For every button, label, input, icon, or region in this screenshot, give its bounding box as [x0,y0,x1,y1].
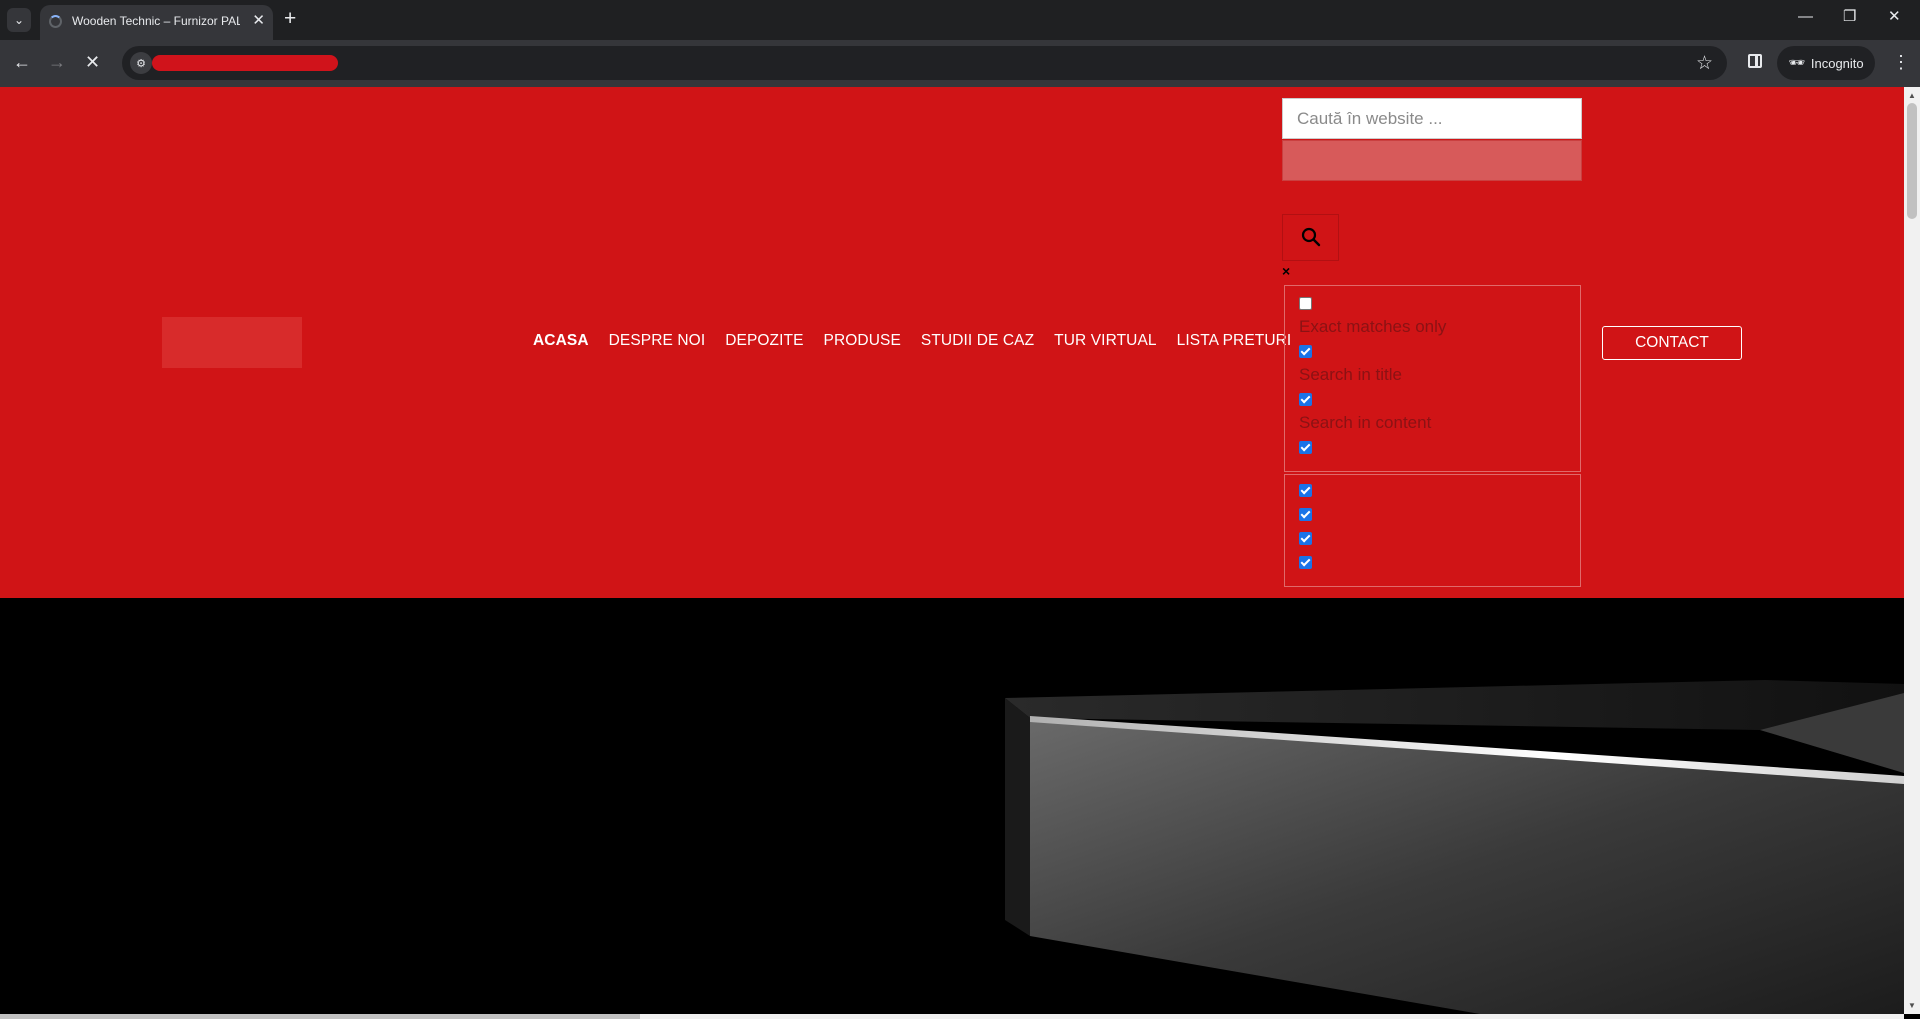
browser-tab-active[interactable]: Wooden Technic – Furnizor PAL ✕ [40,5,273,40]
search-in-content-label: Search in content [1299,413,1432,432]
incognito-label: Incognito [1810,55,1864,71]
tab-close-icon[interactable]: ✕ [252,13,265,29]
hero-banner [0,598,1904,1014]
incognito-icon: 🕶 [1788,55,1805,70]
new-tab-plus-icon[interactable]: + [284,8,296,30]
search-in-title-label: Search in title [1299,365,1402,384]
nav-link-depozite[interactable]: DEPOZITE [725,332,803,352]
site-info-icon[interactable]: ⚙ [130,52,152,74]
loading-spinner-icon [49,15,62,28]
browser-tab-strip: ⌄ Wooden Technic – Furnizor PAL ✕ + — ❐ … [0,0,1920,40]
search-option-checkbox-4[interactable] [1299,441,1312,454]
forward-arrow-icon[interactable]: → [48,52,66,72]
browser-menu-icon[interactable]: ⋮ [1892,52,1910,72]
tab-title: Wooden Technic – Furnizor PAL [72,14,240,28]
contact-button[interactable]: CONTACT [1602,326,1742,360]
horizontal-scrollbar-thumb[interactable] [0,1014,640,1019]
browser-toolbar: ← → ✕ ⚙ ☆ 🕶 Incognito ⋮ [0,40,1920,87]
bookmark-star-icon[interactable]: ☆ [1696,52,1713,75]
address-bar[interactable]: ⚙ ☆ [122,46,1727,80]
horizontal-scrollbar[interactable] [0,1014,1904,1019]
search-options-box: Exact matches only Search in title Searc… [1284,285,1581,472]
scroll-up-arrow-icon[interactable]: ▲ [1908,91,1916,100]
search-icon [1301,227,1321,247]
stop-loading-icon[interactable]: ✕ [85,52,100,72]
scroll-down-arrow-icon[interactable]: ▼ [1908,1001,1916,1010]
redacted-url [152,55,338,71]
search-in-content-checkbox[interactable] [1299,393,1312,406]
main-navigation: ACASA DESPRE NOI DEPOZITE PRODUSE STUDII… [533,332,1311,352]
category-checkbox-4[interactable] [1299,556,1312,569]
nav-link-studii-de-caz[interactable]: STUDII DE CAZ [921,332,1034,352]
category-checkbox-3[interactable] [1299,532,1312,545]
exact-matches-label: Exact matches only [1299,317,1447,336]
back-arrow-icon[interactable]: ← [13,52,31,72]
scrollbar-thumb[interactable] [1907,103,1917,219]
search-in-title-checkbox[interactable] [1299,345,1312,358]
nav-link-tur-virtual[interactable]: TUR VIRTUAL [1054,332,1156,352]
category-checkbox-2[interactable] [1299,508,1312,521]
window-close-icon[interactable]: ✕ [1888,8,1901,26]
incognito-indicator[interactable]: 🕶 Incognito [1777,46,1875,80]
site-search-input[interactable] [1282,98,1582,139]
category-checkbox-1[interactable] [1299,484,1312,497]
drawer-product-image [1005,680,1904,1014]
exact-matches-checkbox[interactable] [1299,297,1312,310]
site-header: ACASA DESPRE NOI DEPOZITE PRODUSE STUDII… [0,87,1904,598]
nav-link-despre-noi[interactable]: DESPRE NOI [609,332,706,352]
search-categories-box [1284,474,1581,587]
search-button[interactable] [1282,214,1339,261]
search-submit-bar[interactable] [1282,140,1582,181]
page-viewport: ACASA DESPRE NOI DEPOZITE PRODUSE STUDII… [0,87,1904,1014]
nav-link-lista-preturi[interactable]: LISTA PRETURI [1177,332,1292,352]
search-settings-close-icon[interactable]: × [1282,263,1290,279]
site-logo[interactable] [162,317,302,368]
minimize-icon[interactable]: — [1798,8,1813,26]
vertical-scrollbar[interactable]: ▲ ▼ [1904,87,1920,1014]
tab-search-chevron-icon[interactable]: ⌄ [7,8,31,32]
restore-icon[interactable]: ❐ [1843,8,1856,26]
nav-link-produse[interactable]: PRODUSE [824,332,901,352]
nav-link-acasa[interactable]: ACASA [533,332,589,352]
side-panel-icon[interactable] [1748,54,1762,68]
